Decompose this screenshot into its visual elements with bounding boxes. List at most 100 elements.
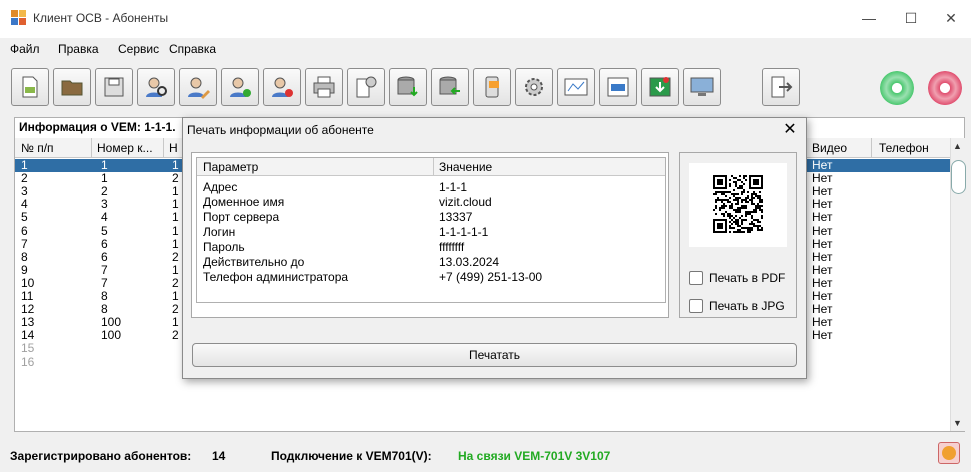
param-row[interactable]: Пароль ffffffff xyxy=(197,240,665,255)
param-name: Адрес xyxy=(203,180,238,194)
param-header: Параметр xyxy=(203,160,259,174)
cell-num: 8 xyxy=(101,289,108,303)
registered-label: Зарегистрировано абонентов: xyxy=(10,449,192,463)
cell-n: 10 xyxy=(21,275,35,290)
cell-num: 100 xyxy=(101,315,122,330)
minimize-button[interactable]: — xyxy=(855,6,883,30)
col-phone[interactable]: Телефон xyxy=(879,141,929,155)
col-n[interactable]: Н xyxy=(169,141,178,155)
download-button[interactable] xyxy=(641,68,679,106)
print-icon xyxy=(313,76,335,98)
toolbar xyxy=(0,62,971,116)
menu-file[interactable]: Файл xyxy=(10,42,40,56)
connection-status: На связи VEM-701V 3V107 xyxy=(458,449,611,463)
menu-edit[interactable]: Правка xyxy=(58,42,99,56)
print-submit-button[interactable]: Печатать xyxy=(192,343,797,367)
exit-button[interactable] xyxy=(762,68,800,106)
param-name: Телефон администратора xyxy=(203,270,349,284)
add-user-button[interactable] xyxy=(221,68,259,106)
cell-video: Нет xyxy=(812,184,833,199)
param-row[interactable]: Адрес 1-1-1 xyxy=(197,180,665,195)
param-value: ffffffff xyxy=(439,240,465,254)
gear-icon xyxy=(525,78,543,96)
settings-document-button[interactable] xyxy=(347,68,385,106)
col-number[interactable]: № п/п xyxy=(21,141,54,155)
open-folder-icon xyxy=(61,80,83,96)
cell-num: 2 xyxy=(101,184,108,199)
cell-n: 12 xyxy=(21,302,35,317)
window-title: Клиент ОСВ - Абоненты xyxy=(33,11,169,25)
database-export-button[interactable] xyxy=(431,68,469,106)
param-value: vizit.cloud xyxy=(439,195,492,209)
cell-c3: 1 xyxy=(172,210,179,225)
param-name: Логин xyxy=(203,225,236,239)
monitor-button[interactable] xyxy=(683,68,721,106)
add-user-icon xyxy=(230,77,251,97)
exit-icon xyxy=(771,76,793,98)
cell-num: 6 xyxy=(101,236,108,251)
search-users-button[interactable] xyxy=(137,68,175,106)
close-window-button[interactable]: ✕ xyxy=(937,6,965,30)
param-name: Действительно до xyxy=(203,255,305,269)
network-diagram-icon xyxy=(564,78,588,96)
database-import-button[interactable] xyxy=(389,68,427,106)
param-row[interactable]: Доменное имя vizit.cloud xyxy=(197,195,665,210)
xls-export-button[interactable] xyxy=(599,68,637,106)
gear-button[interactable] xyxy=(515,68,553,106)
param-value: 13.03.2024 xyxy=(439,255,500,269)
param-row[interactable]: Логин 1-1-1-1-1 xyxy=(197,225,665,240)
cell-c3: 2 xyxy=(172,249,179,264)
menu-help[interactable]: Справка xyxy=(169,42,216,56)
scroll-up-arrow-icon[interactable]: ▲ xyxy=(953,141,962,151)
scroll-thumb[interactable] xyxy=(951,160,966,194)
edit-user-icon xyxy=(188,77,210,99)
settings-document-icon xyxy=(356,76,377,98)
connection-label: Подключение к VEM701(V): xyxy=(271,449,432,463)
qr-panel: Печать в PDF Печать в JPG xyxy=(679,152,797,318)
cell-num: 3 xyxy=(101,197,108,212)
open-folder-button[interactable] xyxy=(53,68,91,106)
print-button[interactable] xyxy=(305,68,343,106)
cell-video: Нет xyxy=(812,249,833,264)
app-logo-icon xyxy=(11,10,26,25)
cell-n: 15 xyxy=(21,341,35,356)
cell-video: Нет xyxy=(812,315,833,330)
param-value: 13337 xyxy=(439,210,473,224)
remove-user-button[interactable] xyxy=(263,68,301,106)
menu-service[interactable]: Сервис xyxy=(118,42,159,56)
maximize-button[interactable]: ☐ xyxy=(897,6,925,30)
phone-message-button[interactable] xyxy=(473,68,511,106)
params-panel: Параметр Значение Адрес 1-1-1 Доменное имя… xyxy=(191,152,669,318)
cell-num: 100 xyxy=(101,328,122,343)
vertical-scrollbar[interactable]: ▲ ▼ xyxy=(950,138,966,431)
network-diagram-button[interactable] xyxy=(557,68,595,106)
cell-video: Нет xyxy=(812,275,833,290)
scroll-down-arrow-icon[interactable]: ▼ xyxy=(953,418,962,428)
cell-c3: 1 xyxy=(172,315,179,330)
print-pdf-checkbox[interactable] xyxy=(689,271,703,285)
print-jpg-checkbox[interactable] xyxy=(689,299,703,313)
cell-n: 9 xyxy=(21,262,28,277)
cell-n: 13 xyxy=(21,315,35,330)
monitor-icon xyxy=(690,77,714,96)
param-row[interactable]: Порт сервера 13337 xyxy=(197,210,665,225)
param-row[interactable]: Действительно до 13.03.2024 xyxy=(197,255,665,270)
cell-video: Нет xyxy=(812,328,833,343)
search-users-icon xyxy=(146,77,167,97)
col-key-number[interactable]: Номер к... xyxy=(97,141,153,155)
dialog-close-button[interactable]: ✕ xyxy=(779,119,801,141)
edit-user-button[interactable] xyxy=(179,68,217,106)
save-button[interactable] xyxy=(95,68,133,106)
new-document-button[interactable] xyxy=(11,68,49,106)
cell-n: 16 xyxy=(21,354,35,369)
panel-title: Информация о VEM: 1-1-1. xyxy=(19,120,176,134)
phone-message-icon xyxy=(485,76,499,98)
params-header: Параметр Значение xyxy=(197,158,665,176)
cell-n: 11 xyxy=(21,289,34,303)
param-row[interactable]: Телефон администратора +7 (499) 251-13-00 xyxy=(197,270,665,285)
warning-icon[interactable] xyxy=(938,442,960,464)
cell-c3: 2 xyxy=(172,171,179,186)
cell-video: Нет xyxy=(812,171,833,186)
cell-c3: 1 xyxy=(172,236,179,251)
col-video[interactable]: Видео xyxy=(812,141,847,155)
